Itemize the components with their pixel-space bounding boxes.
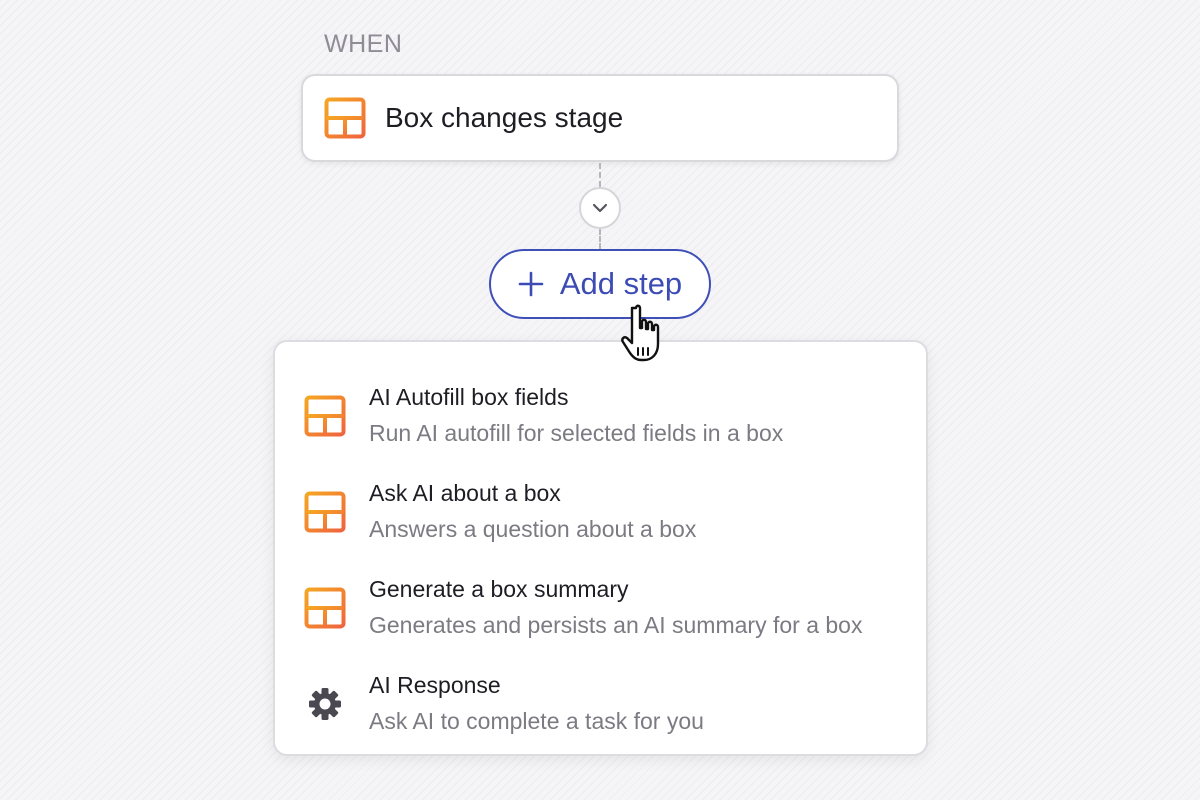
gear-icon (309, 688, 341, 720)
menu-item-title: Ask AI about a box (369, 480, 561, 506)
menu-item-title: Generate a box summary (369, 576, 629, 602)
menu-item-title: AI Response (369, 672, 501, 698)
menu-item-description: Ask AI to complete a task for you (369, 708, 704, 734)
menu-item-description: Generates and persists an AI summary for… (369, 612, 863, 638)
menu-item-description: Answers a question about a box (369, 516, 697, 542)
box-layout-icon (324, 97, 366, 139)
collapse-toggle[interactable] (579, 187, 621, 229)
menu-item-generate-summary[interactable]: Generate a box summary Generates and per… (275, 560, 926, 650)
add-step-label: Add step (559, 266, 683, 301)
connector-line-bottom (599, 229, 601, 249)
add-step-button[interactable]: Add step (489, 249, 711, 319)
menu-item-ai-autofill[interactable]: AI Autofill box fields Run AI autofill f… (275, 368, 926, 458)
trigger-title: Box changes stage (385, 102, 624, 133)
menu-item-title: AI Autofill box fields (369, 384, 569, 410)
menu-item-ai-response[interactable]: AI Response Ask AI to complete a task fo… (275, 656, 926, 746)
trigger-section-label: WHEN (324, 30, 403, 58)
plus-icon (518, 271, 544, 297)
chevron-down-icon (592, 203, 608, 213)
box-layout-icon (304, 491, 346, 533)
trigger-card[interactable]: Box changes stage (301, 74, 899, 162)
box-layout-icon (304, 587, 346, 629)
menu-item-description: Run AI autofill for selected fields in a… (369, 420, 784, 446)
box-layout-icon (304, 395, 346, 437)
step-options-menu: AI Autofill box fields Run AI autofill f… (273, 340, 928, 756)
connector-line-top (599, 163, 601, 187)
menu-item-ask-ai[interactable]: Ask AI about a box Answers a question ab… (275, 464, 926, 554)
